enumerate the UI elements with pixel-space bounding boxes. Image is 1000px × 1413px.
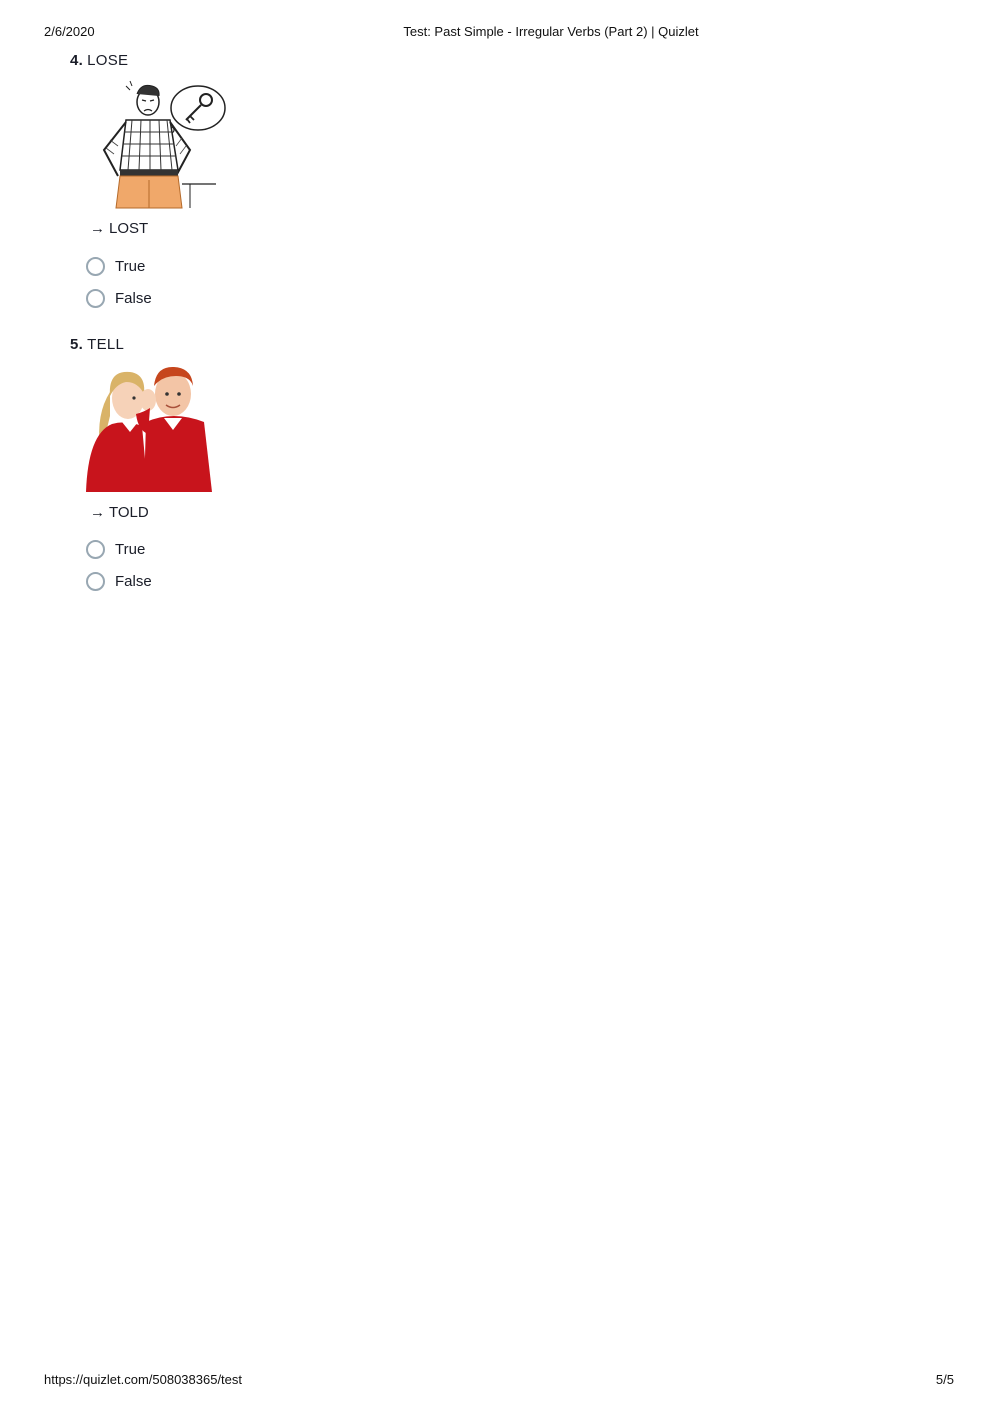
- option-label: False: [115, 289, 152, 307]
- question-4: 4. LOSE → LOST True False: [70, 50, 470, 308]
- arrow-right-icon: →: [90, 504, 105, 521]
- print-url: https://quizlet.com/508038365/test: [44, 1372, 243, 1387]
- question-answer: → TOLD: [90, 502, 149, 524]
- question-term: TELL: [87, 336, 125, 353]
- question-heading: 5. TELL: [70, 334, 470, 356]
- print-page-title: Test: Past Simple - Irregular Verbs (Par…: [403, 24, 699, 39]
- option-label: True: [115, 540, 146, 558]
- option-true[interactable]: True: [86, 538, 145, 560]
- print-page-number: 5/5: [935, 1372, 954, 1387]
- question-number: 4.: [70, 52, 84, 69]
- radio-button-icon[interactable]: [86, 539, 105, 559]
- option-false[interactable]: False: [86, 287, 152, 309]
- question-5: 5. TELL → TOLD True False: [70, 334, 470, 591]
- question-answer: → LOST: [90, 218, 148, 240]
- answer-text: TOLD: [109, 504, 149, 521]
- radio-button-icon[interactable]: [86, 288, 105, 308]
- option-label: True: [115, 257, 146, 275]
- option-label: False: [115, 572, 152, 590]
- arrow-right-icon: →: [90, 220, 105, 237]
- children-whispering-photo: [86, 364, 214, 492]
- radio-button-icon[interactable]: [86, 256, 105, 276]
- question-term: LOSE: [87, 52, 129, 69]
- radio-button-icon[interactable]: [86, 571, 105, 591]
- question-heading: 4. LOSE: [70, 50, 470, 72]
- option-true[interactable]: True: [86, 255, 145, 277]
- question-number: 5.: [70, 336, 84, 353]
- answer-text: LOST: [109, 220, 149, 237]
- option-false[interactable]: False: [86, 570, 152, 592]
- lost-key-illustration: [86, 80, 226, 209]
